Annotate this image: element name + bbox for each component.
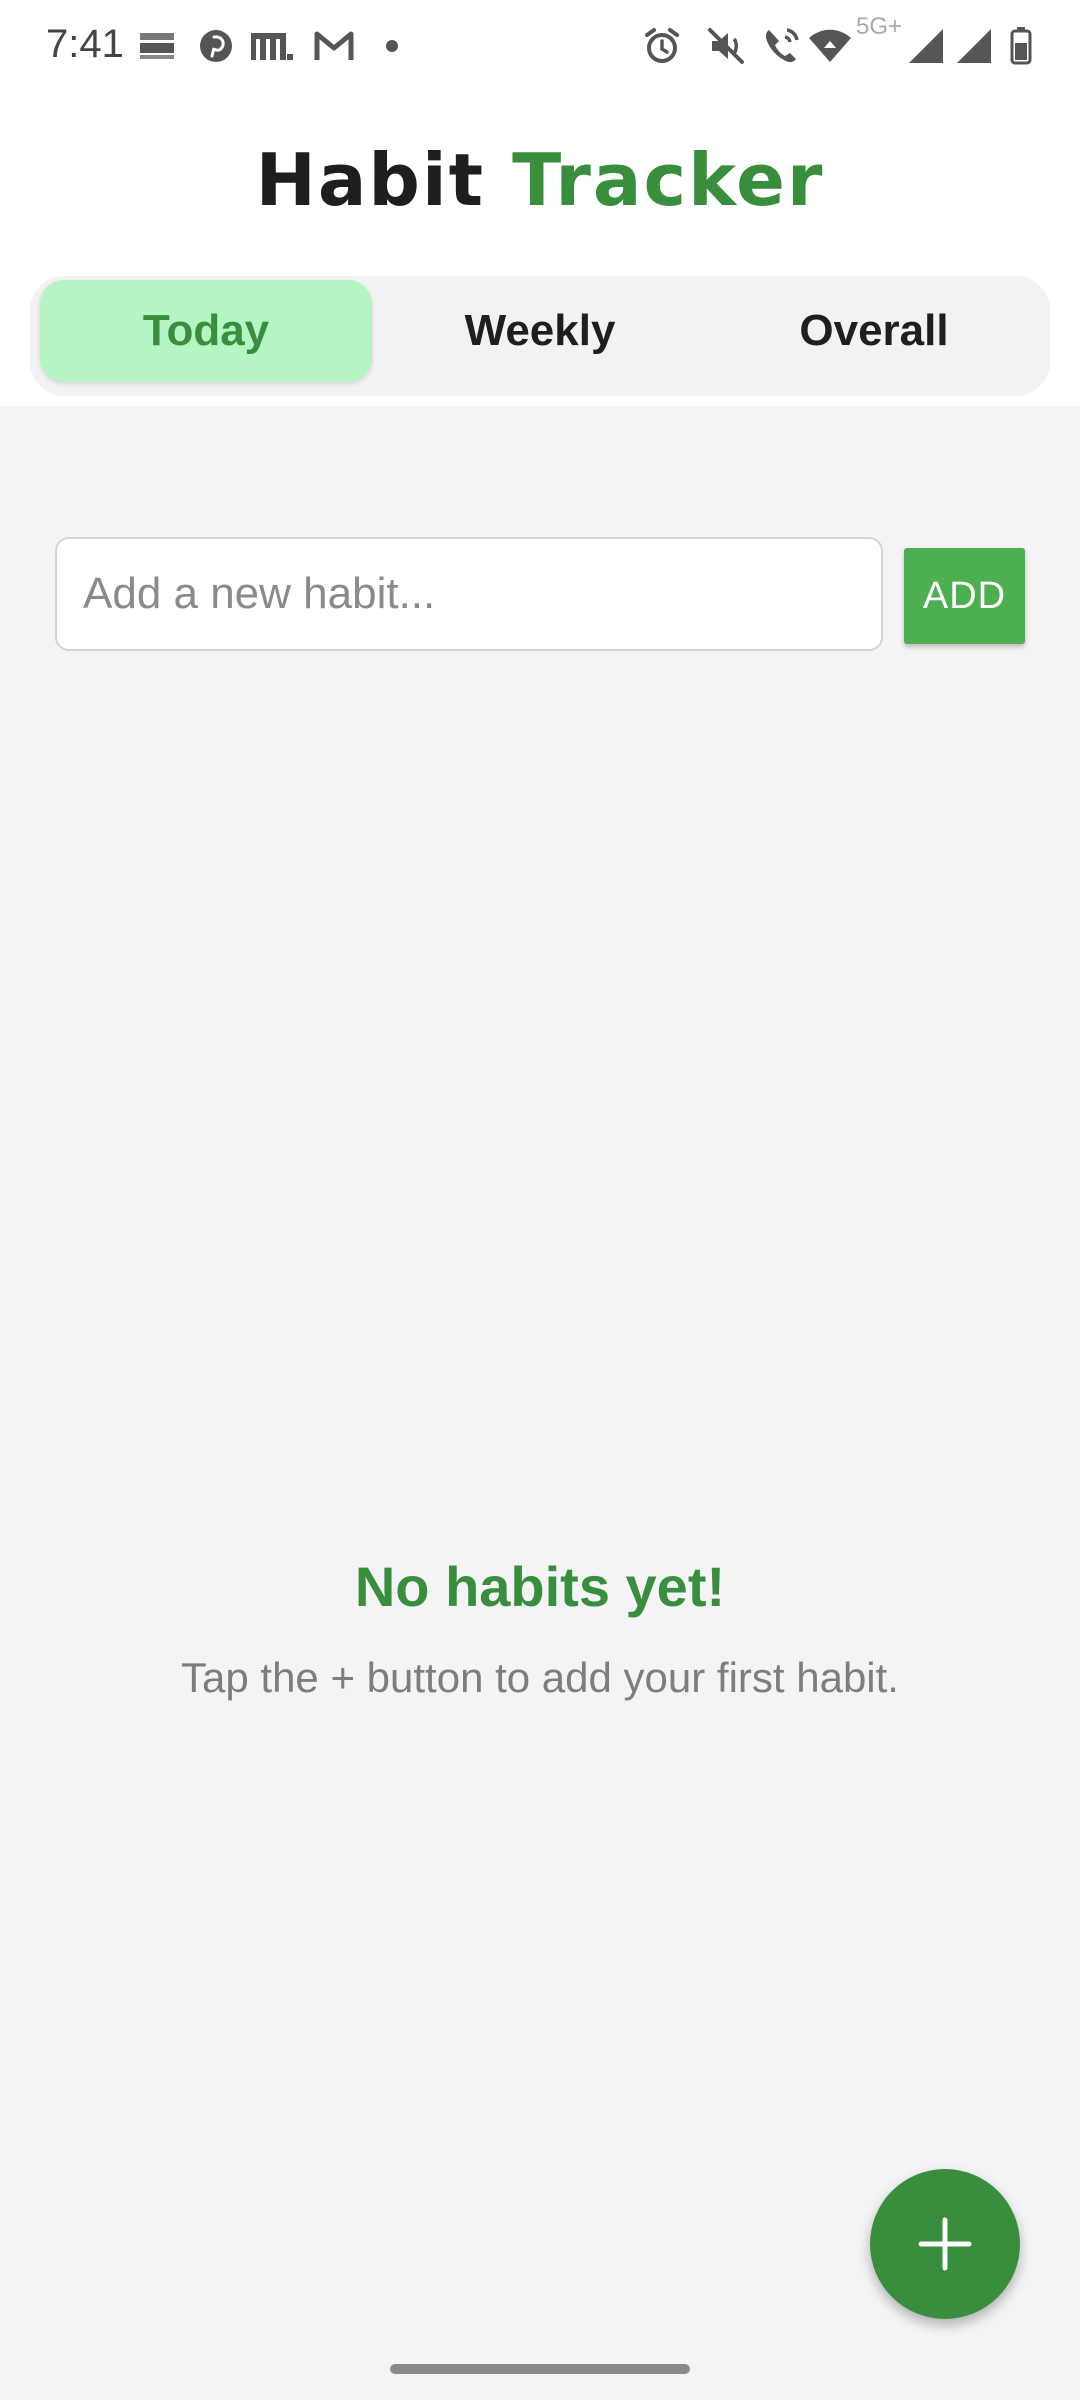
add-habit-fab[interactable] [870,2169,1020,2319]
dot-icon [382,26,402,66]
habit-tracker-screen: 7:41 5G+ Habit Tracker Today Weekly Over… [0,0,1080,2400]
empty-state-subtitle: Tap the + button to add your first habit… [181,1654,899,1701]
network-label: 5G+ [855,13,903,40]
add-habit-button[interactable]: ADD [904,548,1025,644]
tab-bar: Today Weekly Overall [30,276,1050,396]
wifi-calling-icon [760,26,802,66]
plus-icon [918,2217,972,2271]
tab-today[interactable]: Today [40,280,372,382]
mute-icon [704,26,748,66]
app-title: Habit Tracker [0,138,1080,222]
m-app-icon [250,26,296,66]
battery-icon [1006,26,1036,66]
miracle-mind-icon [138,26,176,66]
alarm-icon [640,26,684,66]
status-bar: 7:41 5G+ [0,0,1080,94]
new-habit-input[interactable] [55,537,883,651]
gesture-navigation-bar[interactable] [390,2364,690,2374]
tab-overall[interactable]: Overall [708,280,1040,382]
app-header: Habit Tracker Today Weekly Overall [0,94,1080,406]
pinterest-icon [196,26,236,66]
title-part-tracker: Tracker [512,138,825,222]
signal-icon-2 [954,26,994,66]
empty-state-title: No habits yet! [354,1555,726,1618]
gmail-icon [312,26,356,66]
signal-icon [906,26,946,66]
title-part-habit: Habit [255,138,486,222]
status-time: 7:41 [46,22,124,66]
wifi-icon [806,26,854,66]
tab-weekly[interactable]: Weekly [374,280,706,382]
